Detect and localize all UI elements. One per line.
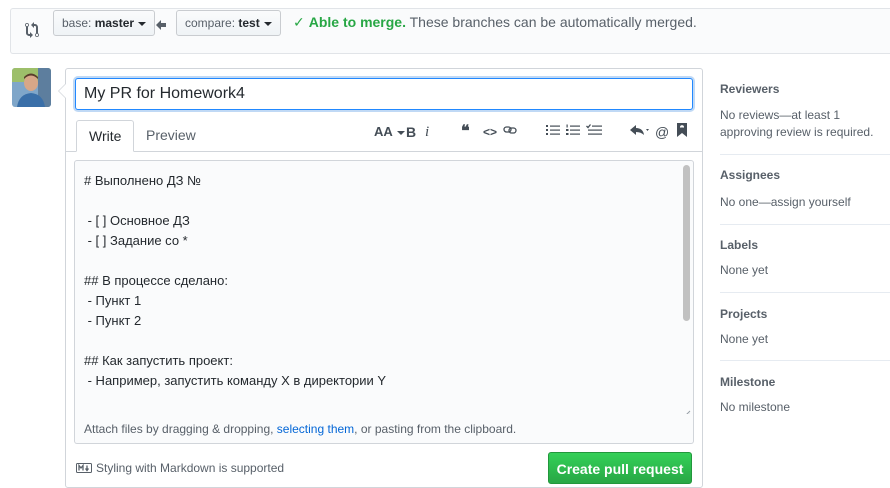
merge-status: ✓ Able to merge. These branches can be au…: [293, 14, 697, 31]
assignees-section[interactable]: Assignees No one—assign yourself: [720, 154, 890, 225]
compare-branch-name: test: [238, 16, 260, 30]
assignees-text: No one—assign yourself: [720, 195, 851, 209]
tab-write[interactable]: Write: [76, 120, 135, 152]
task-list-icon[interactable]: [586, 122, 602, 142]
reply-icon[interactable]: [630, 122, 650, 142]
merge-ok-text: Able to merge.: [308, 14, 406, 30]
chevron-down-icon: [263, 21, 272, 26]
resize-handle-icon[interactable]: [683, 405, 691, 414]
bold-icon[interactable]: B: [406, 122, 416, 142]
reviewers-heading[interactable]: Reviewers: [720, 82, 779, 96]
compare-branch-select[interactable]: compare: test: [176, 10, 281, 36]
milestone-heading[interactable]: Milestone: [720, 375, 775, 389]
markdown-note-text: Styling with Markdown is supported: [96, 461, 285, 475]
base-branch-select[interactable]: base: master: [53, 10, 156, 36]
quote-icon[interactable]: ❝: [461, 122, 470, 142]
labels-text: None yet: [720, 263, 769, 277]
link-icon[interactable]: [503, 122, 517, 142]
markdown-note[interactable]: Styling with Markdown is supported: [76, 461, 284, 476]
bookmark-icon[interactable]: [677, 122, 687, 142]
pr-title-input[interactable]: [75, 78, 693, 110]
milestone-section[interactable]: Milestone No milestone: [720, 360, 890, 428]
italic-icon[interactable]: i: [425, 122, 429, 142]
attach-suffix: , or pasting from the clipboard.: [354, 422, 517, 436]
labels-section[interactable]: Labels None yet: [720, 224, 890, 293]
pr-body-textarea[interactable]: # Выполнено ДЗ № - [ ] Основное ДЗ - [ ]…: [74, 160, 694, 415]
projects-section[interactable]: Projects None yet: [720, 292, 890, 361]
unordered-list-icon[interactable]: [546, 122, 560, 142]
heading-icon[interactable]: AA: [374, 122, 405, 142]
merge-message: These branches can be automatically merg…: [409, 14, 697, 30]
milestone-text: No milestone: [720, 400, 791, 414]
code-icon[interactable]: <>: [483, 122, 497, 142]
base-branch-name: master: [94, 16, 135, 30]
chevron-down-icon: [138, 21, 147, 26]
ordered-list-icon[interactable]: [566, 122, 580, 142]
scrollbar-thumb[interactable]: [683, 165, 690, 321]
projects-text: None yet: [720, 332, 769, 346]
attach-prefix: Attach files by dragging & dropping,: [84, 422, 277, 436]
labels-heading[interactable]: Labels: [720, 238, 758, 252]
markdown-icon: [76, 462, 92, 476]
compare-prefix: compare:: [185, 16, 236, 30]
reviewers-section[interactable]: Reviewers No reviews—at least 1 approvin…: [720, 70, 890, 155]
create-pull-request-button[interactable]: Create pull request: [548, 452, 692, 484]
base-prefix: base:: [62, 16, 92, 30]
git-compare-icon: [25, 22, 39, 43]
assignees-heading[interactable]: Assignees: [720, 168, 780, 182]
mention-icon[interactable]: @: [655, 122, 669, 142]
reviewers-text: No reviews—at least 1 approving review i…: [720, 108, 874, 139]
arrow-left-icon: [156, 17, 166, 35]
avatar[interactable]: [12, 68, 51, 107]
attach-files-bar[interactable]: Attach files by dragging & dropping, sel…: [74, 414, 694, 444]
projects-heading[interactable]: Projects: [720, 307, 767, 321]
selecting-them-link[interactable]: selecting them: [277, 422, 354, 436]
pr-body-text: # Выполнено ДЗ № - [ ] Основное ДЗ - [ ]…: [84, 173, 387, 388]
check-icon: ✓: [293, 14, 305, 30]
